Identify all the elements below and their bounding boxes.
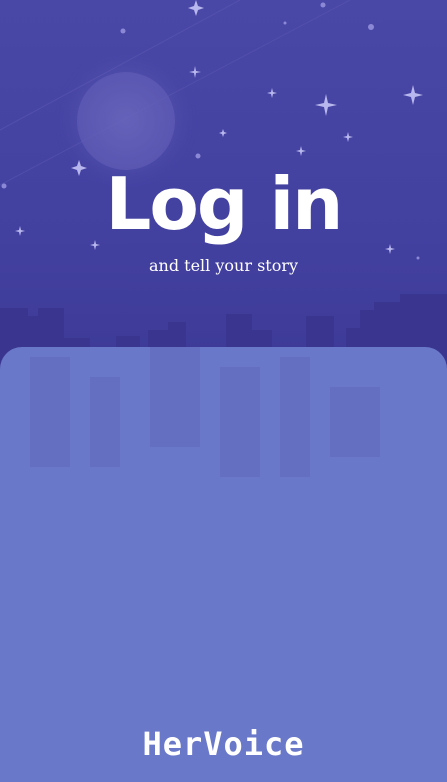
panel-skyline-shadow [30,347,380,477]
login-screen: Log in and tell your story HerVoice [0,0,447,782]
login-panel [0,347,447,782]
page-title: Log in [105,162,344,246]
page-subtitle: and tell your story [148,256,299,275]
brand-logo: HerVoice [142,725,305,763]
moon-decoration [77,72,175,170]
